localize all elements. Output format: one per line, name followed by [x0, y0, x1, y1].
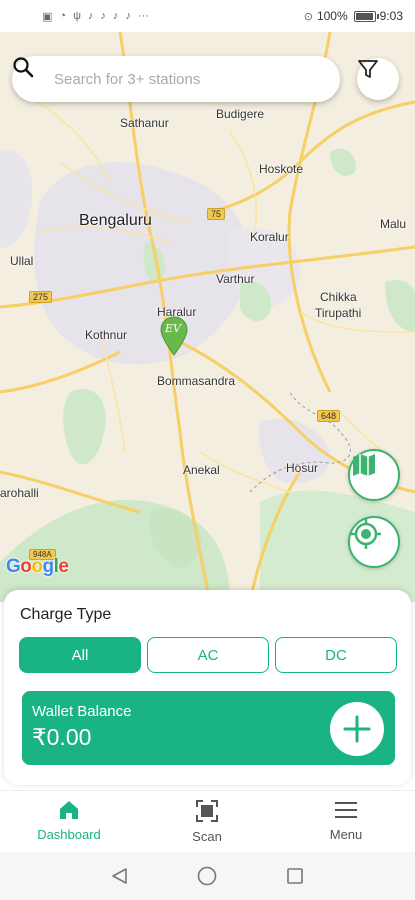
scan-icon	[196, 800, 218, 822]
system-nav-buttons	[112, 866, 303, 886]
road-shield: 648	[317, 410, 341, 422]
hamburger-icon	[335, 802, 357, 818]
map-label-budigere: Budigere	[216, 107, 265, 121]
map-layers-button[interactable]	[348, 449, 400, 501]
filter-icon	[358, 60, 378, 78]
battery-percent: 100%	[316, 9, 348, 23]
wallet-label: Wallet Balance	[32, 703, 132, 720]
recents-icon[interactable]	[287, 868, 303, 884]
wallet-balance: ₹0.00	[32, 724, 92, 750]
usb-icon: ♪	[100, 10, 106, 22]
map-icon	[353, 454, 375, 476]
usb-icon: ψ	[73, 10, 81, 22]
nav-menu-label: Menu	[329, 827, 363, 842]
nav-dashboard[interactable]: Dashboard	[19, 799, 119, 842]
usb-icon: ♪	[87, 10, 94, 22]
clock: 9:03	[379, 9, 403, 23]
system-navigation-bar	[0, 852, 415, 900]
my-location-button[interactable]	[348, 516, 400, 568]
usb-icon: ♪	[112, 10, 119, 22]
home-circle-icon[interactable]	[197, 866, 217, 886]
filter-button[interactable]	[357, 58, 399, 100]
map-label-ullal: Ullal	[10, 254, 34, 268]
map-label-sathanur: Sathanur	[120, 116, 169, 130]
wallet-card: Wallet Balance ₹0.00	[22, 691, 395, 765]
charge-type-title: Charge Type	[20, 606, 112, 623]
nav-scan[interactable]: Scan	[157, 799, 257, 844]
plus-icon	[343, 715, 371, 743]
status-right: ⊙ 100% 9:03	[304, 9, 403, 23]
home-icon	[60, 801, 78, 819]
battery-icon	[353, 10, 379, 22]
search-icon	[13, 57, 34, 78]
back-icon[interactable]	[112, 868, 127, 884]
add-money-button[interactable]	[330, 702, 384, 756]
road-shield: 75	[207, 208, 226, 220]
road-shield: 275	[29, 291, 53, 303]
location-icon: ⊙	[303, 10, 313, 23]
charge-panel: Charge Type All AC DC Wallet Balance ₹0.…	[4, 590, 411, 785]
nav-scan-label: Scan	[192, 829, 222, 844]
status-left-icons: ▣ ◔ ψ ♪ ♪ ♪ ♪ ···	[42, 10, 149, 23]
map-label-hoskote: Hoskote	[259, 162, 304, 176]
google-logo: Google	[6, 556, 69, 577]
my-location-icon	[351, 519, 381, 549]
map-label-koralur: Koralur	[250, 230, 289, 244]
map-label-tirupathi: Tirupathi	[315, 306, 362, 320]
battery-fill	[355, 12, 373, 20]
pin-label: EV	[165, 322, 181, 335]
more-icon: ···	[137, 10, 149, 22]
map-label-varthur: Varthur	[216, 272, 255, 286]
map-label-harohalli: arohalli	[0, 486, 39, 500]
tab-dc[interactable]: DC	[275, 637, 397, 673]
map-label-hosur: Hosur	[286, 461, 319, 475]
map-view[interactable]: Sathanur Budigere Hoskote Bengaluru Kora…	[0, 32, 415, 602]
map-label-kothnur: Kothnur	[85, 328, 128, 342]
map-label-chikka: Chikka	[320, 290, 357, 304]
sim-icon: ▣	[42, 10, 53, 23]
status-bar: ▣ ◔ ψ ♪ ♪ ♪ ♪ ··· ⊙ 100% 9:03	[0, 0, 415, 32]
wifi-icon: ◔	[59, 10, 67, 22]
nav-menu[interactable]: Menu	[296, 799, 396, 842]
map-label-malur: Malu	[380, 217, 407, 231]
search-bar[interactable]	[12, 56, 340, 102]
bottom-navigation: Dashboard Scan Menu	[0, 790, 415, 852]
map-label-bengaluru: Bengaluru	[79, 212, 152, 229]
ev-station-pin[interactable]: EV	[159, 316, 189, 356]
map-label-anekal: Anekal	[183, 463, 220, 477]
map-label-bommasandra: Bommasandra	[157, 374, 236, 388]
usb-icon: ♪	[125, 10, 131, 22]
search-input[interactable]	[54, 70, 274, 88]
tab-all[interactable]: All	[19, 637, 141, 673]
tab-ac[interactable]: AC	[147, 637, 269, 673]
nav-dashboard-label: Dashboard	[37, 827, 101, 842]
